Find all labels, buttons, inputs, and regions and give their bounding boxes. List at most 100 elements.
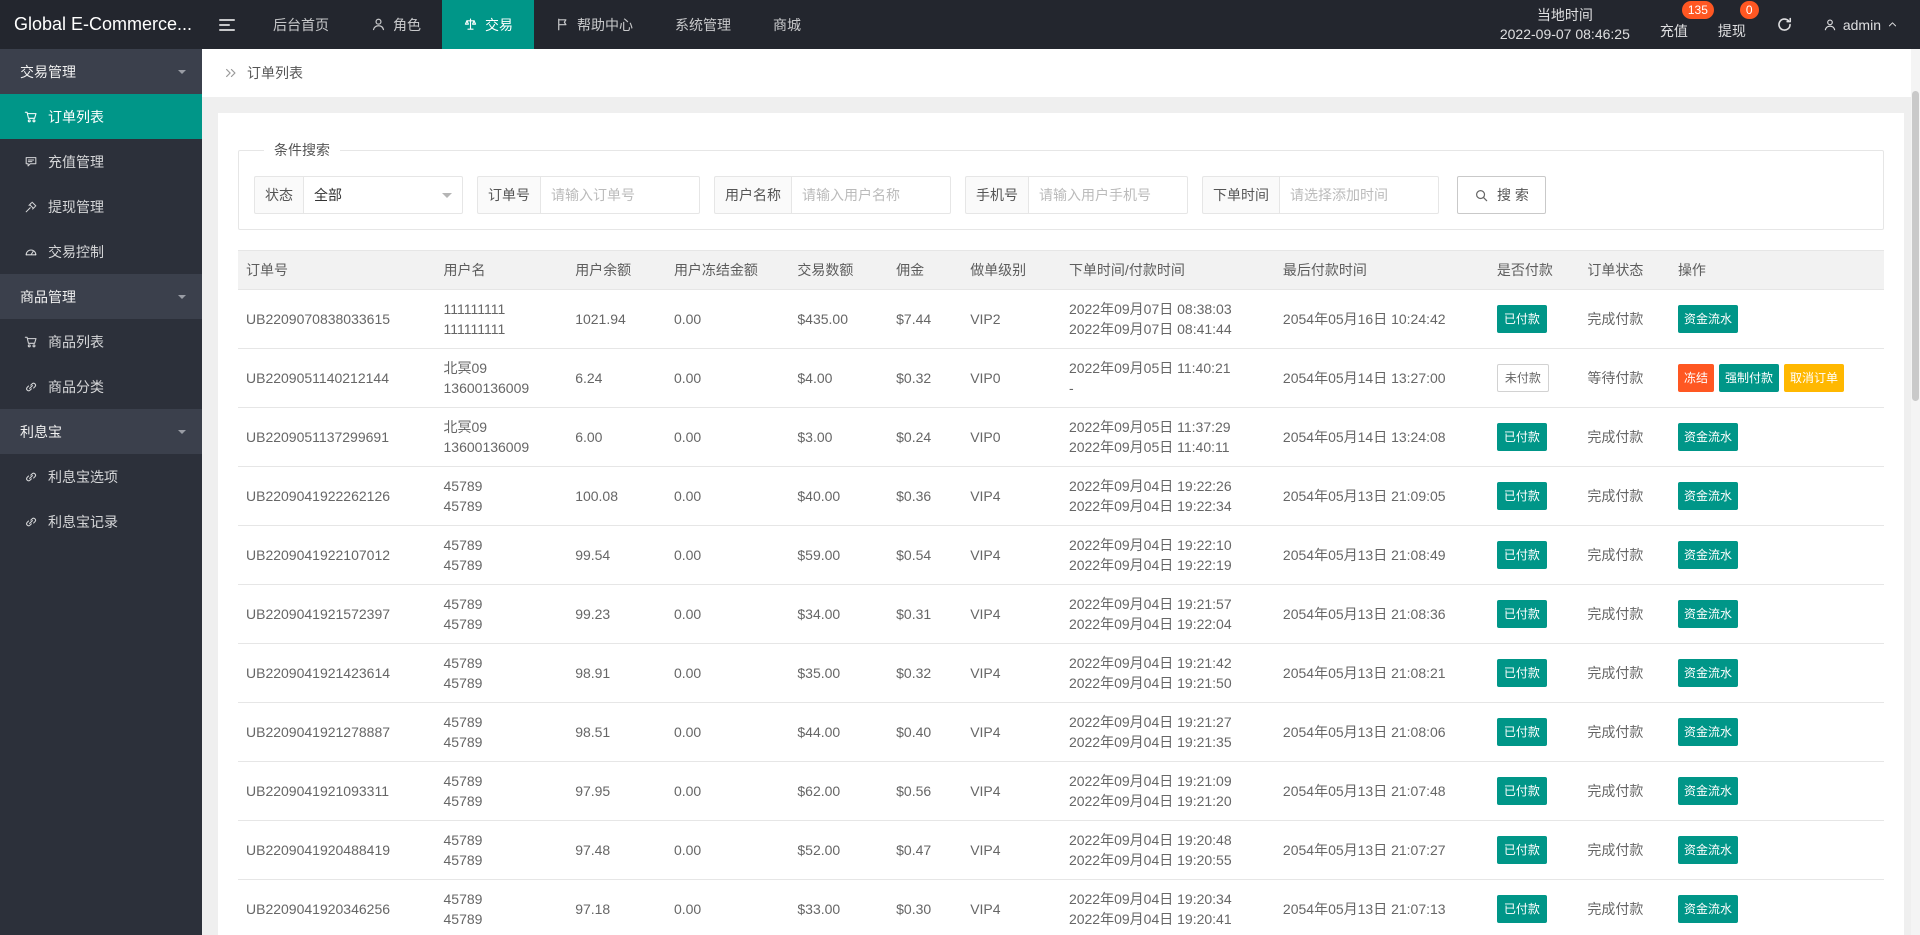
sidebar-item-label: 充值管理: [48, 153, 104, 170]
sidebar-group-title-goods[interactable]: 商品管理: [0, 274, 202, 319]
refresh-button[interactable]: [1776, 16, 1793, 33]
col-order-pay-time: 下单时间/付款时间: [1060, 250, 1275, 290]
order-table-header: 订单号 用户名 用户余额 用户冻结金额 交易数额 佣金 做单级别 下单时间/付款…: [238, 250, 1884, 290]
scrollbar-thumb[interactable]: [1912, 91, 1919, 401]
cell-order-no: UB2209051140212144: [238, 348, 436, 408]
nav-label: 系统管理: [675, 16, 731, 33]
link-icon: [26, 517, 37, 526]
sidebar-group-title-trade[interactable]: 交易管理: [0, 49, 202, 94]
cell-paid: 已付款: [1488, 466, 1580, 526]
cell-level: VIP2: [962, 289, 1061, 349]
nav-item-mall[interactable]: 商城: [752, 0, 822, 49]
sidebar-item-interest-records[interactable]: 利息宝记录: [0, 499, 202, 544]
cell-amount: $435.00: [789, 289, 889, 349]
cell-level: VIP4: [962, 466, 1061, 526]
nav-item-system[interactable]: 系统管理: [654, 0, 752, 49]
cell-frozen: 0.00: [665, 879, 790, 935]
cell-last-pay-time: 2054年05月13日 21:07:13: [1274, 879, 1489, 935]
cell-order-pay-time: 2022年09月04日 19:20:48 2022年09月04日 19:20:55: [1060, 820, 1275, 880]
cell-commission: $0.54: [888, 525, 963, 585]
cell-balance: 99.54: [567, 525, 666, 585]
sidebar-item-withdraw-mgmt[interactable]: 提现管理: [0, 184, 202, 229]
search-button[interactable]: 搜 索: [1457, 176, 1546, 214]
table-row: UB2209041921423614 45789 45789 98.91 0.00…: [238, 643, 1884, 703]
action-button[interactable]: 强制付款: [1718, 364, 1779, 392]
action-button[interactable]: 资金流水: [1677, 718, 1738, 746]
cell-actions: 资金流水: [1669, 289, 1884, 349]
cell-last-pay-time: 2054年05月13日 21:08:49: [1274, 525, 1489, 585]
cell-actions: 冻结 强制付款 取消订单: [1669, 348, 1884, 408]
table-row: UB2209041920488419 45789 45789 97.48 0.00…: [238, 820, 1884, 880]
cell-user-name: 45789 45789: [435, 761, 568, 821]
cell-level: VIP4: [962, 643, 1061, 703]
action-button[interactable]: 取消订单: [1783, 364, 1844, 392]
nav-label: 后台首页: [273, 16, 329, 33]
cell-order-pay-time: 2022年09月04日 19:20:34 2022年09月04日 19:20:41: [1060, 879, 1275, 935]
cell-level: VIP0: [962, 407, 1061, 467]
cell-level: VIP4: [962, 525, 1061, 585]
cell-amount: $40.00: [789, 466, 889, 526]
action-button[interactable]: 资金流水: [1677, 482, 1738, 510]
cell-amount: $4.00: [789, 348, 889, 408]
cell-balance: 1021.94: [567, 289, 666, 349]
sidebar-item-trade-control[interactable]: 交易控制: [0, 229, 202, 274]
sidebar-item-goods-category[interactable]: 商品分类: [0, 364, 202, 409]
gauge-icon: [25, 249, 37, 255]
cell-order-pay-time: 2022年09月04日 19:21:09 2022年09月04日 19:21:20: [1060, 761, 1275, 821]
order-time-input[interactable]: [1279, 176, 1439, 214]
table-row: UB2209041921278887 45789 45789 98.51 0.00…: [238, 702, 1884, 762]
user-menu[interactable]: admin: [1823, 17, 1898, 33]
withdraw-link[interactable]: 提现 0: [1718, 0, 1759, 41]
cell-user-name: 北冥09 13600136009: [435, 407, 568, 467]
recharge-link[interactable]: 充值 135: [1660, 0, 1714, 41]
cell-frozen: 0.00: [665, 820, 790, 880]
sidebar-item-interest-options[interactable]: 利息宝选项: [0, 454, 202, 499]
table-row: UB2209051140212144 北冥09 13600136009 6.24 …: [238, 348, 1884, 408]
action-button[interactable]: 资金流水: [1677, 777, 1738, 805]
sidebar: 交易管理 订单列表 充值管理 提现管理 交易控制 商品管理 商品列表 商品分类 …: [0, 49, 202, 935]
chevron-down-icon: [178, 429, 186, 438]
action-button[interactable]: 资金流水: [1677, 600, 1738, 628]
cell-frozen: 0.00: [665, 702, 790, 762]
cell-paid: 已付款: [1488, 584, 1580, 644]
action-button[interactable]: 资金流水: [1677, 659, 1738, 687]
order-no-input[interactable]: [540, 176, 700, 214]
table-row: UB2209041921572397 45789 45789 99.23 0.00…: [238, 584, 1884, 644]
sidebar-item-order-list[interactable]: 订单列表: [0, 94, 202, 139]
cell-commission: $0.56: [888, 761, 963, 821]
phone-input[interactable]: [1028, 176, 1188, 214]
action-button[interactable]: 冻结: [1677, 364, 1714, 392]
cell-order-pay-time: 2022年09月04日 19:22:26 2022年09月04日 19:22:34: [1060, 466, 1275, 526]
vertical-scrollbar[interactable]: [1911, 49, 1920, 935]
col-balance: 用户余额: [567, 250, 666, 290]
user-name-input[interactable]: [791, 176, 951, 214]
chevron-up-icon: [1888, 22, 1897, 27]
topbar-right: 当地时间 2022-09-07 08:46:25 充值 135 提现 0 adm…: [1500, 0, 1920, 49]
sidebar-item-recharge-mgmt[interactable]: 充值管理: [0, 139, 202, 184]
nav-item-trade[interactable]: 交易: [442, 0, 534, 49]
order-time-field-group: 下单时间: [1202, 176, 1439, 214]
action-button[interactable]: 资金流水: [1677, 305, 1738, 333]
nav-item-roles[interactable]: 角色: [350, 0, 442, 49]
cell-amount: $59.00: [789, 525, 889, 585]
sidebar-item-goods-list[interactable]: 商品列表: [0, 319, 202, 364]
action-button[interactable]: 资金流水: [1677, 895, 1738, 923]
action-button[interactable]: 资金流水: [1677, 541, 1738, 569]
table-row: UB2209041920346256 45789 45789 97.18 0.00…: [238, 879, 1884, 935]
cell-user-name: 45789 45789: [435, 643, 568, 703]
action-button[interactable]: 资金流水: [1677, 423, 1738, 451]
cell-order-no: UB2209041921278887: [238, 702, 436, 762]
cell-level: VIP4: [962, 761, 1061, 821]
action-button[interactable]: 资金流水: [1677, 836, 1738, 864]
flag-icon: [558, 18, 567, 31]
cell-order-no: UB2209051137299691: [238, 407, 436, 467]
sidebar-toggle-button[interactable]: [202, 0, 252, 49]
nav-item-help-center[interactable]: 帮助中心: [534, 0, 654, 49]
sidebar-group-goods: 商品管理 商品列表 商品分类: [0, 274, 202, 409]
cell-last-pay-time: 2054年05月13日 21:08:36: [1274, 584, 1489, 644]
local-time-value: 2022-09-07 08:46:25: [1499, 25, 1630, 42]
sidebar-group-title-interest[interactable]: 利息宝: [0, 409, 202, 454]
cell-commission: $7.44: [888, 289, 963, 349]
nav-item-dashboard[interactable]: 后台首页: [252, 0, 350, 49]
status-select[interactable]: 全部: [303, 176, 463, 214]
